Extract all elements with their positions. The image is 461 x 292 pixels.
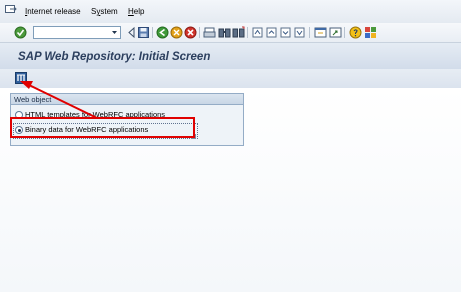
shortcut-icon[interactable] <box>329 26 342 39</box>
menu-label: stem <box>100 7 118 16</box>
menu-help[interactable]: Help <box>128 7 144 16</box>
menu-bar: Internet release System Help <box>0 0 461 24</box>
page-title: SAP Web Repository: Initial Screen <box>18 51 211 63</box>
find-next-icon[interactable] <box>232 26 245 39</box>
chevron-down-icon[interactable] <box>110 27 119 38</box>
application-toolbar <box>0 69 461 89</box>
object-list-icon[interactable] <box>15 72 27 84</box>
exit-menu-icon[interactable] <box>5 5 17 14</box>
toolbar-separator <box>309 27 310 38</box>
command-field[interactable] <box>33 26 121 39</box>
toolbar-separator <box>247 27 248 38</box>
first-page-icon[interactable] <box>251 26 264 39</box>
toolbar-separator <box>152 27 153 38</box>
enter-icon[interactable] <box>14 26 27 39</box>
customize-layout-icon[interactable] <box>364 26 377 39</box>
back-nav-icon[interactable] <box>156 26 169 39</box>
title-bar: SAP Web Repository: Initial Screen <box>0 43 461 69</box>
previous-page-icon[interactable] <box>265 26 278 39</box>
save-icon[interactable] <box>137 26 150 39</box>
standard-toolbar <box>0 23 461 43</box>
find-icon[interactable] <box>218 26 231 39</box>
last-page-icon[interactable] <box>293 26 306 39</box>
help-icon[interactable] <box>349 26 362 39</box>
print-icon[interactable] <box>203 26 216 39</box>
cancel-icon[interactable] <box>184 26 197 39</box>
group-header: Web object <box>11 94 243 105</box>
highlight-box <box>10 117 195 138</box>
create-session-icon[interactable] <box>314 26 327 39</box>
menu-label: elp <box>133 7 145 16</box>
menu-system[interactable]: System <box>91 7 118 16</box>
next-page-icon[interactable] <box>279 26 292 39</box>
toolbar-separator <box>344 27 345 38</box>
exit-icon[interactable] <box>170 26 183 39</box>
menu-label: nternet release <box>27 7 81 16</box>
menu-internet-release[interactable]: Internet release <box>25 7 81 16</box>
group-title: Web object <box>14 95 52 104</box>
toolbar-separator <box>199 27 200 38</box>
